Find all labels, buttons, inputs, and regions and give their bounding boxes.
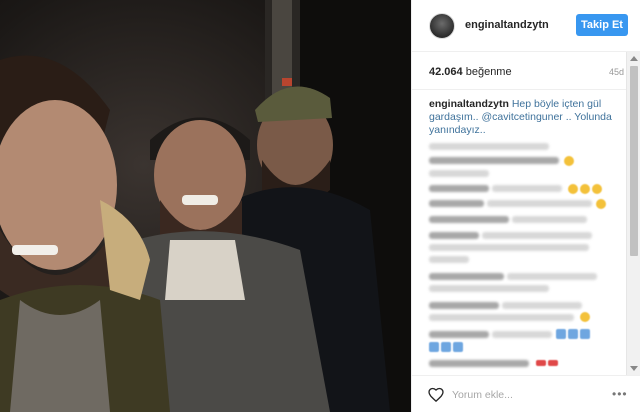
comment-line [429,256,469,263]
comment-line [482,232,592,239]
comment-line [492,331,552,338]
emoji [592,184,602,194]
emoji [548,360,558,366]
scroll-up-arrow-icon[interactable] [630,56,638,61]
comment-line [429,216,509,223]
emoji [536,360,546,366]
likes-label: beğenme [465,66,512,78]
header-username[interactable]: enginaltandzytn [465,19,549,31]
follow-button[interactable]: Takip Et [576,14,628,36]
emoji [596,199,606,209]
comment-input[interactable] [452,387,602,403]
more-options-icon[interactable]: ••• [612,387,630,401]
comment-line [429,244,589,251]
emoji [453,342,463,352]
comment-line [429,170,489,177]
comment-line [507,273,597,280]
comment-line [429,314,574,321]
comment-bar: ••• [412,375,640,412]
comment-line [429,331,489,338]
emoji [556,329,566,339]
comment-line [429,200,484,207]
comment-line [487,200,592,207]
post-stats: 42.064 beğenme 45d [412,52,626,90]
comment-line [429,185,489,192]
comment-line [429,285,549,292]
emoji [429,342,439,352]
load-more-comments[interactable] [429,143,549,150]
comment-line [429,273,504,280]
emoji [580,312,590,322]
post-caption: enginaltandzytn Hep böyle içten gül gard… [429,98,619,137]
scroll-down-arrow-icon[interactable] [630,366,638,371]
scroll-thumb[interactable] [630,66,638,256]
post-side-panel: enginaltandzytn Takip Et 42.064 beğenme … [411,0,640,412]
comment-line [429,302,499,309]
post-header: enginaltandzytn Takip Et [412,0,640,52]
emoji [441,342,451,352]
comment-line [429,232,479,239]
profile-avatar[interactable] [429,13,455,39]
emoji [564,156,574,166]
likes-number: 42.064 [429,66,463,78]
comment-line [492,185,562,192]
heart-icon[interactable] [428,387,444,402]
comment-line [502,302,582,309]
comment-line [429,360,529,367]
emoji [580,329,590,339]
emoji [580,184,590,194]
comments-list: enginaltandzytn Hep böyle içten gül gard… [412,90,626,375]
comment-line [512,216,587,223]
caption-username[interactable]: enginaltandzytn [429,98,509,110]
post-photo[interactable] [0,0,411,412]
photo-illustration [0,0,411,412]
likes-count[interactable]: 42.064 beğenme [429,66,512,78]
emoji [568,184,578,194]
comment-line [429,157,559,164]
emoji [568,329,578,339]
comments-scrollbar[interactable] [626,52,640,375]
post-age: 45d [608,67,624,77]
